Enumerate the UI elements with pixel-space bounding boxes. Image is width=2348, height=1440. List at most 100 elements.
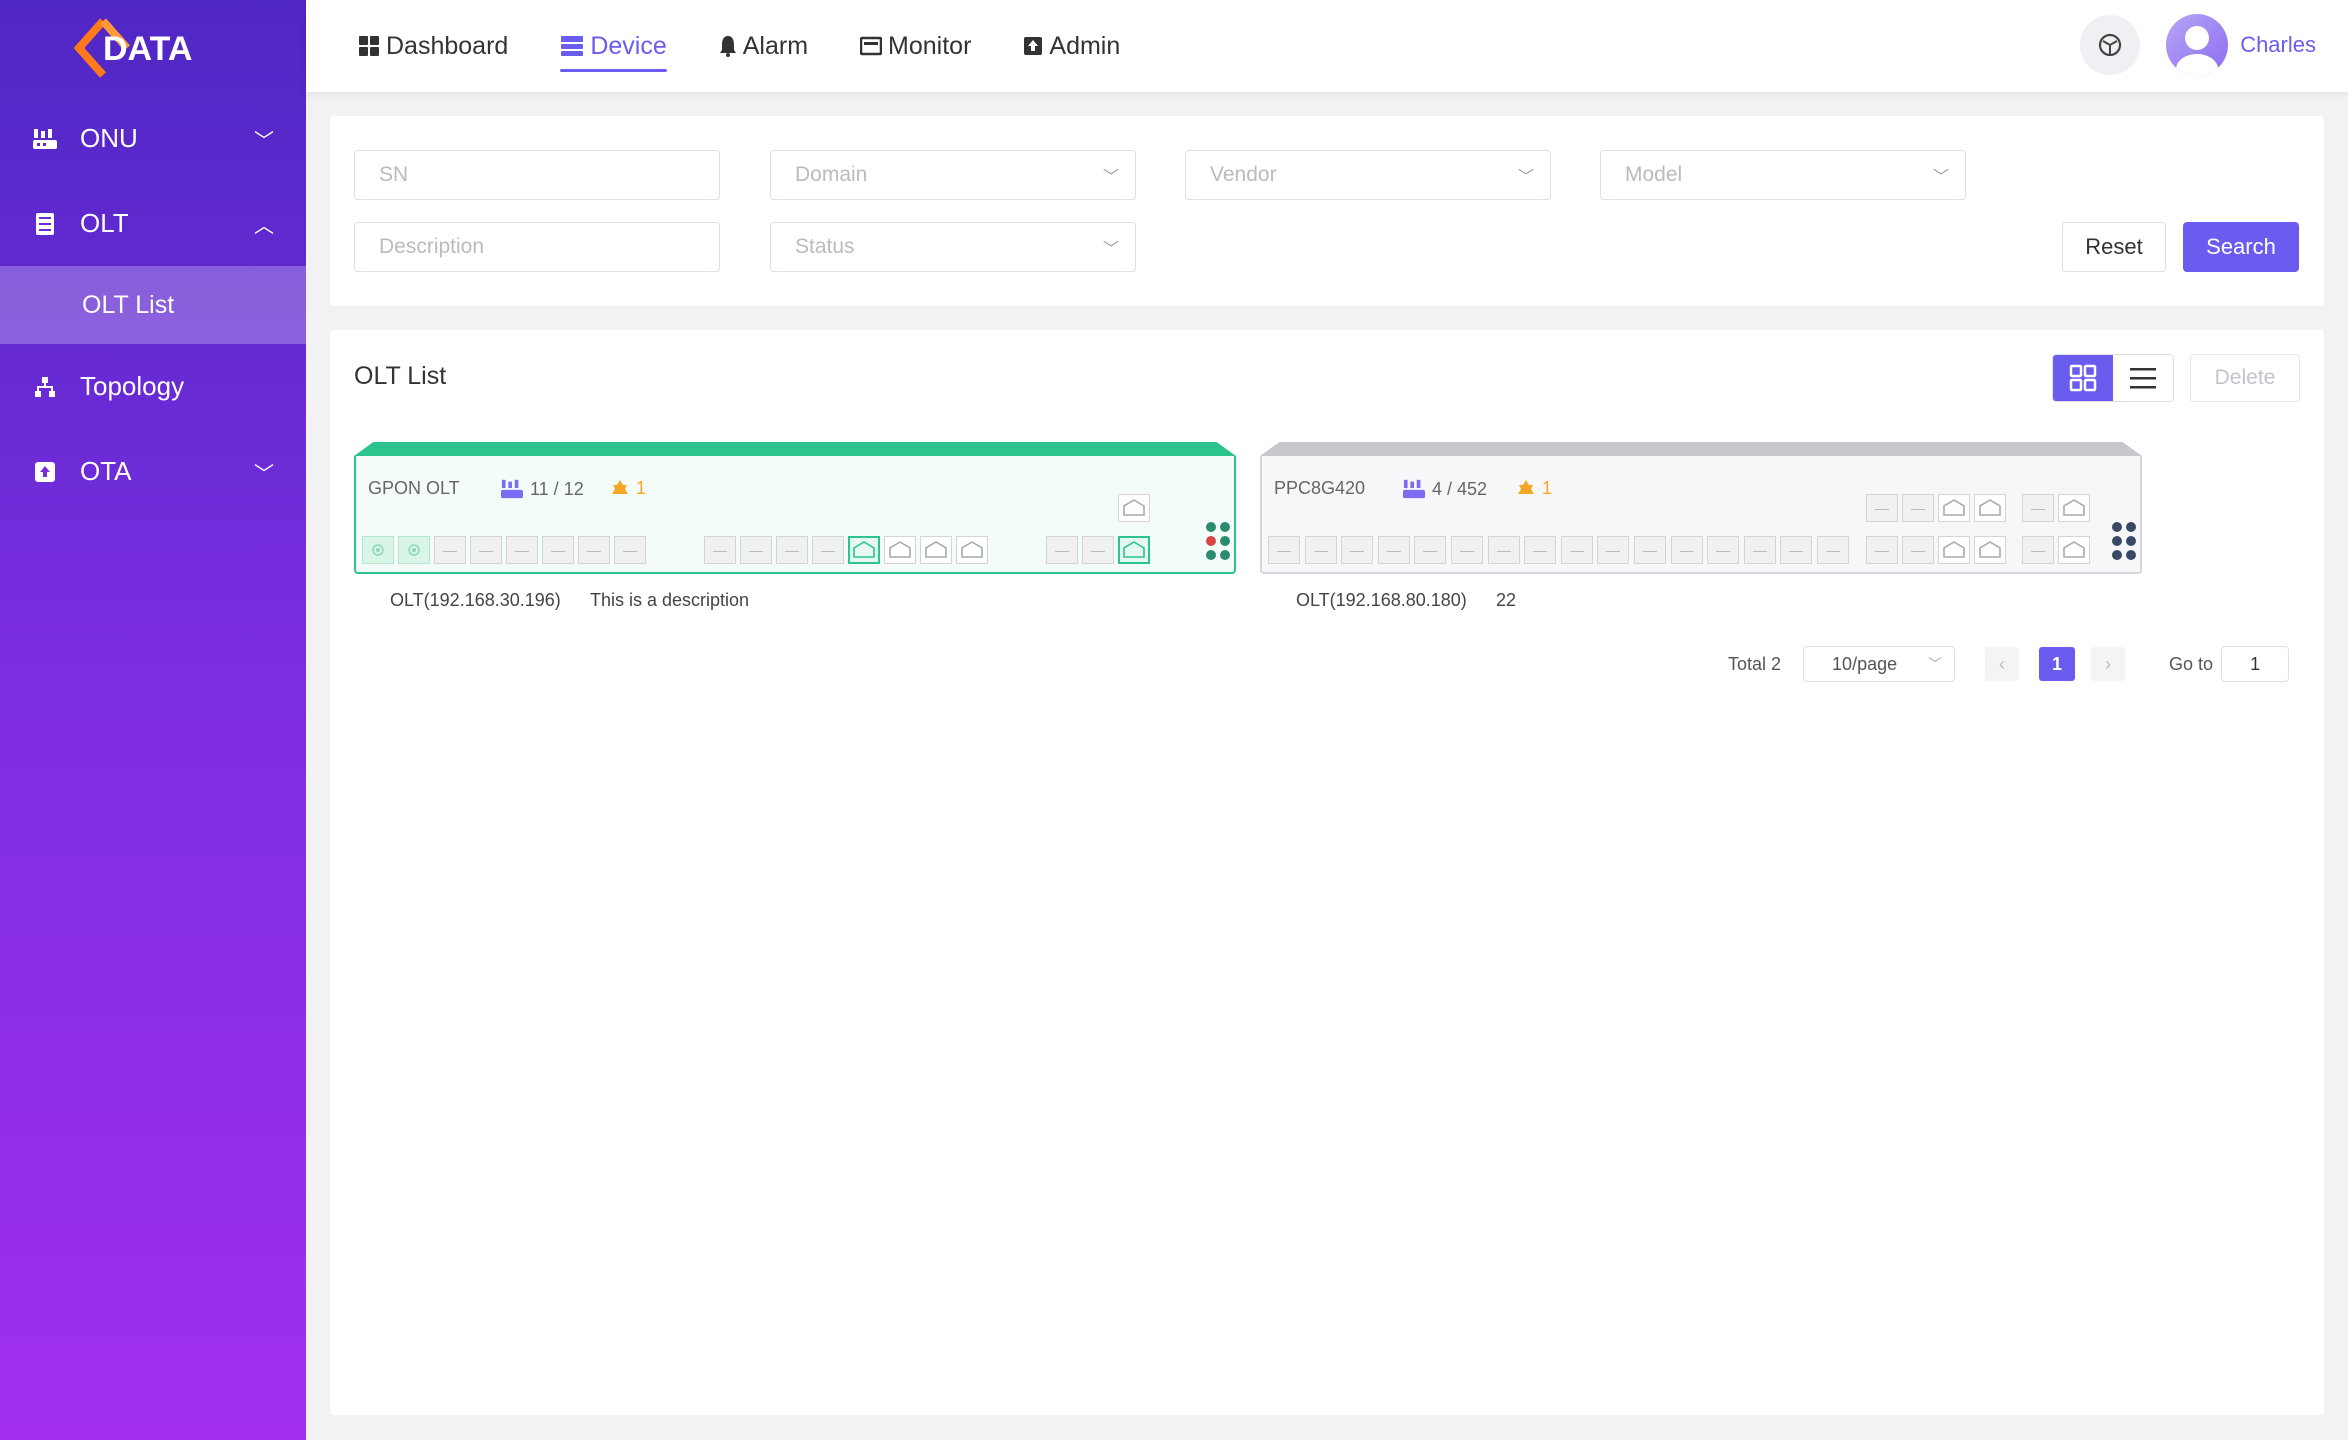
status-led — [1206, 522, 1216, 532]
uplink-port[interactable] — [956, 536, 988, 564]
pon-port[interactable] — [434, 536, 466, 564]
onu-count-value: 4 / 452 — [1432, 478, 1488, 499]
pon-port[interactable] — [1780, 536, 1813, 564]
port-pin — [1911, 548, 1925, 552]
sn-input[interactable] — [379, 163, 719, 187]
pon-port[interactable] — [1414, 536, 1447, 564]
vendor-select[interactable]: Vendor ﹀ — [1185, 150, 1551, 200]
pon-port[interactable] — [704, 536, 736, 564]
card-roof — [1260, 442, 2142, 456]
domain-select[interactable]: Domain ﹀ — [770, 150, 1136, 200]
tab-device[interactable]: Device — [560, 0, 668, 92]
uplink-port[interactable] — [920, 536, 952, 564]
port-pin — [713, 548, 727, 552]
olt-device-card[interactable]: PPC8G420 4 / 452 1 — [1260, 442, 2142, 576]
pon-port[interactable] — [812, 536, 844, 564]
tab-admin[interactable]: Admin — [1023, 0, 1120, 92]
pon-port[interactable] — [848, 536, 880, 564]
pon-port[interactable] — [740, 536, 772, 564]
uplink-port[interactable] — [1974, 494, 2006, 522]
sidebar-item-onu[interactable]: ONU ﹀ — [0, 96, 306, 181]
pon-port[interactable] — [1670, 536, 1703, 564]
pon-port[interactable] — [1902, 536, 1934, 564]
pon-port[interactable] — [1451, 536, 1483, 564]
pon-port[interactable] — [1487, 536, 1520, 564]
model-select[interactable]: Model ﹀ — [1600, 150, 1966, 200]
uplink-port[interactable] — [1974, 536, 2006, 564]
avatar[interactable] — [2166, 14, 2229, 76]
search-button[interactable]: Search — [2183, 222, 2299, 272]
description-field[interactable] — [354, 222, 720, 272]
page-size-value: 10/page — [1832, 653, 1898, 674]
pon-port[interactable] — [1082, 536, 1114, 564]
port-pin — [1789, 548, 1804, 552]
olt-device-card[interactable]: GPON OLT 11 / 12 1 — [354, 442, 1236, 576]
onu-icon — [501, 479, 523, 499]
pon-port[interactable] — [506, 536, 538, 564]
brand-logo[interactable]: DATA — [0, 0, 306, 96]
pon-port[interactable] — [1634, 536, 1666, 564]
uplink-port[interactable] — [1938, 494, 1970, 522]
sidebar-item-olt-list[interactable]: OLT List — [0, 266, 306, 344]
onu-count: 4 / 452 — [1402, 478, 1487, 500]
status-led — [2112, 550, 2122, 560]
pon-port[interactable] — [578, 536, 610, 564]
next-page-button[interactable]: › — [2091, 647, 2126, 681]
pon-status-icon — [372, 544, 384, 556]
prev-page-button[interactable]: ‹ — [1985, 647, 2020, 681]
pon-port[interactable] — [1707, 536, 1740, 564]
pon-port[interactable] — [1341, 536, 1374, 564]
uplink-port[interactable] — [884, 536, 916, 564]
delete-button[interactable]: Delete — [2190, 354, 2300, 402]
username[interactable]: Charles — [2240, 32, 2316, 58]
pon-port[interactable] — [1377, 536, 1410, 564]
sidebar-item-topology[interactable]: Topology — [0, 344, 306, 429]
pon-port[interactable] — [1817, 536, 1849, 564]
device-address: OLT(192.168.80.180) — [1296, 590, 1467, 610]
chevron-down-icon: ﹀ — [1517, 169, 1534, 186]
pon-port[interactable] — [1902, 494, 1934, 522]
page-number-button[interactable]: 1 — [2039, 647, 2076, 681]
alarm-count: 1 — [610, 478, 646, 499]
grid-view-button[interactable] — [2053, 355, 2113, 401]
sidebar-item-ota[interactable]: OTA ﹀ — [0, 429, 306, 514]
pon-port[interactable] — [1597, 536, 1630, 564]
uplink-port[interactable] — [1938, 536, 1970, 564]
pon-port[interactable] — [1304, 536, 1337, 564]
pon-port[interactable] — [1268, 536, 1300, 564]
pon-port[interactable] — [1046, 536, 1078, 564]
sn-field[interactable] — [354, 150, 720, 200]
uplink-port[interactable] — [2058, 494, 2090, 522]
theme-toggle-button[interactable] — [2080, 15, 2141, 75]
tab-alarm[interactable]: Alarm — [719, 0, 808, 92]
tab-dashboard[interactable]: Dashboard — [358, 0, 508, 92]
pon-port[interactable] — [776, 536, 808, 564]
list-view-button[interactable] — [2113, 355, 2173, 401]
reset-button[interactable]: Reset — [2062, 222, 2166, 272]
pon-port[interactable] — [1866, 536, 1898, 564]
pon-port[interactable] — [1118, 536, 1150, 564]
pon-port[interactable] — [1560, 536, 1593, 564]
pon-port[interactable] — [2022, 536, 2054, 564]
uplink-port[interactable] — [1118, 494, 1150, 522]
page-size-select[interactable]: 10/page ﹀ — [1803, 646, 1956, 682]
uplink-port[interactable] — [2058, 536, 2090, 564]
pon-port[interactable] — [614, 536, 646, 564]
active-pon-port[interactable] — [362, 536, 394, 564]
goto-page-input[interactable]: 1 — [2221, 646, 2290, 682]
description-input[interactable] — [379, 235, 719, 259]
active-pon-port[interactable] — [398, 536, 430, 564]
list-icon — [2130, 368, 2156, 389]
tab-monitor[interactable]: Monitor — [860, 0, 971, 92]
filter-panel: Domain ﹀ Vendor ﹀ Model ﹀ Status ﹀ Reset… — [330, 116, 2324, 306]
pon-port[interactable] — [542, 536, 574, 564]
olt-icon — [32, 211, 58, 237]
pon-port[interactable] — [1743, 536, 1776, 564]
pon-port[interactable] — [2022, 494, 2054, 522]
pon-port[interactable] — [470, 536, 502, 564]
status-select[interactable]: Status ﹀ — [770, 222, 1136, 272]
pon-port[interactable] — [1866, 494, 1898, 522]
sidebar-item-olt[interactable]: OLT ︿ — [0, 181, 306, 266]
pon-port[interactable] — [1524, 536, 1557, 564]
port-pin — [749, 548, 763, 552]
